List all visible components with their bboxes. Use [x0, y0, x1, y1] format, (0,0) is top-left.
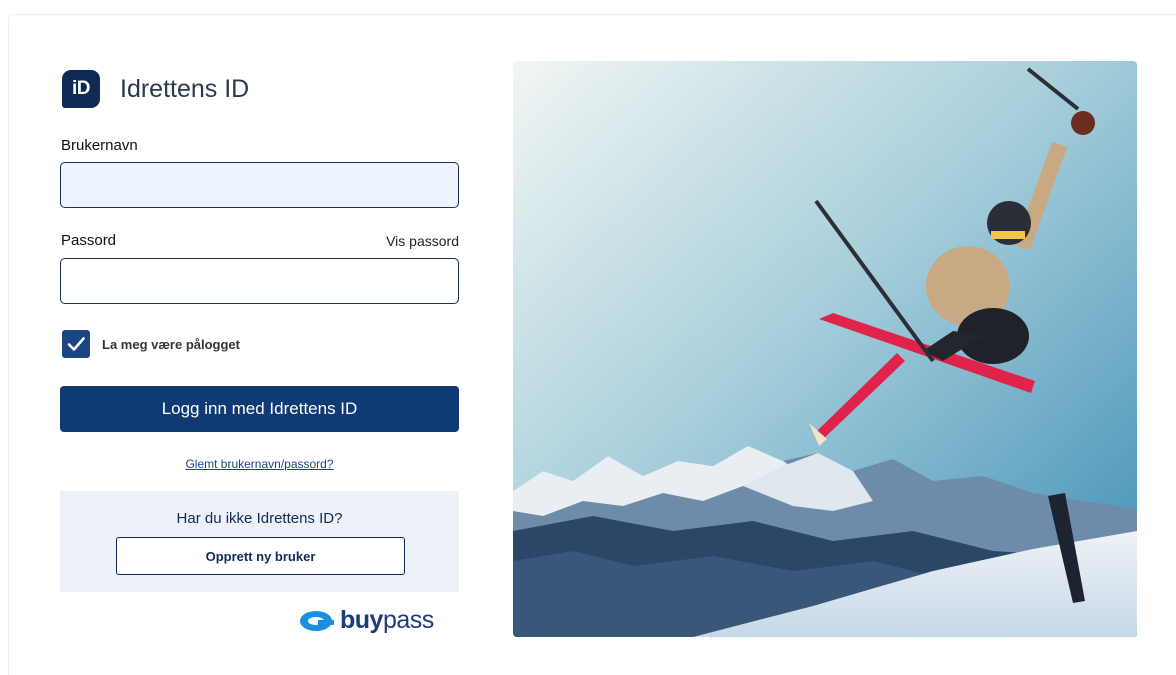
password-input[interactable]	[60, 258, 459, 304]
password-label: Passord	[61, 232, 117, 249]
hero-photo	[513, 61, 1137, 637]
buypass-wordmark: buypass	[340, 606, 434, 634]
buypass-logo: buypass	[298, 606, 434, 635]
forgot-credentials-link[interactable]: Glemt brukernavn/passord?	[60, 457, 459, 471]
signup-question: Har du ikke Idrettens ID?	[176, 510, 343, 527]
login-button[interactable]: Logg inn med Idrettens ID	[60, 386, 459, 432]
checkmark-icon	[67, 337, 85, 351]
remember-me-row[interactable]: La meg være pålogget	[62, 330, 240, 358]
username-input[interactable]	[60, 162, 459, 208]
show-password-toggle[interactable]: Vis passord	[360, 233, 459, 249]
brand-logo: iD Idrettens ID	[62, 70, 249, 108]
remember-me-label: La meg være pålogget	[102, 336, 240, 352]
brand-name: Idrettens ID	[120, 74, 250, 103]
create-user-button[interactable]: Opprett ny bruker	[116, 537, 405, 575]
buypass-logo-icon	[300, 610, 334, 631]
signup-panel: Har du ikke Idrettens ID? Opprett ny bru…	[60, 491, 459, 592]
idrettens-id-logo-icon: iD	[62, 70, 100, 108]
username-label: Brukernavn	[61, 137, 138, 154]
skier-photo-image	[513, 61, 1137, 637]
remember-me-checkbox[interactable]	[62, 330, 90, 358]
